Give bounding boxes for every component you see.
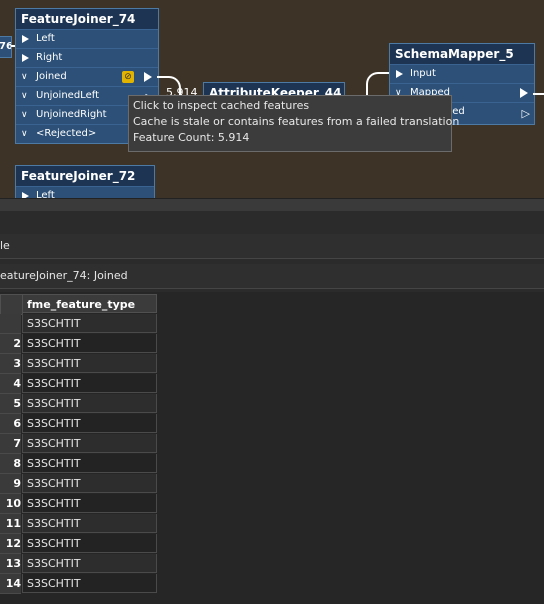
node-title: FeatureJoiner_72 <box>16 166 154 186</box>
table-cell[interactable]: S3SCHTIT <box>22 474 157 493</box>
table-label: le <box>0 239 10 252</box>
node-title: FeatureJoiner_74 <box>16 9 158 29</box>
connection-line[interactable] <box>533 93 544 95</box>
table-cell[interactable]: S3SCHTIT <box>22 434 157 453</box>
table-selector[interactable]: le <box>0 234 544 259</box>
row-number: 11 <box>0 514 21 534</box>
tooltip-line: Feature Count: 5.914 <box>133 131 250 144</box>
row-number: 10 <box>0 494 21 514</box>
output-port-arrow-icon <box>144 72 152 82</box>
feature-cache-tooltip: Click to inspect cached features Cache i… <box>128 95 460 152</box>
upstream-node-stub-label: 76 <box>0 37 11 57</box>
panel-splitter[interactable] <box>0 198 544 211</box>
table-cell[interactable]: S3SCHTIT <box>22 374 157 393</box>
table-cell[interactable]: S3SCHTIT <box>22 454 157 473</box>
row-number: 2 <box>0 334 21 354</box>
row-number <box>0 314 21 334</box>
table-cell[interactable]: S3SCHTIT <box>22 514 157 533</box>
row-number: 5 <box>0 394 21 414</box>
table-cell[interactable]: S3SCHTIT <box>22 414 157 433</box>
table-cell[interactable]: S3SCHTIT <box>22 314 157 333</box>
row-number-header[interactable] <box>0 294 23 315</box>
port-label: Joined <box>36 71 67 82</box>
port-label: Right <box>36 52 63 63</box>
output-port-joined[interactable]: ∨ Joined ⊘ <box>16 67 158 87</box>
chevron-down-icon: ∨ <box>21 72 28 82</box>
row-number: 9 <box>0 474 21 494</box>
feature-source-bar[interactable]: eatureJoiner_74: Joined <box>0 264 544 289</box>
input-port-arrow-icon <box>22 54 29 62</box>
input-port-arrow-icon <box>22 35 29 43</box>
table-cell[interactable]: S3SCHTIT <box>22 354 157 373</box>
row-number: 13 <box>0 554 21 574</box>
input-port-input[interactable]: Input <box>390 64 534 84</box>
feature-source-label: eatureJoiner_74: Joined <box>0 269 128 282</box>
port-label: UnjoinedRight <box>36 109 107 120</box>
row-number: 12 <box>0 534 21 554</box>
port-label: UnjoinedLeft <box>36 90 99 101</box>
upstream-node-stub[interactable]: 76 <box>0 36 12 58</box>
table-cell[interactable]: S3SCHTIT <box>22 334 157 353</box>
tooltip-line: Cache is stale or contains features from… <box>133 115 460 128</box>
port-label: Input <box>410 68 436 79</box>
row-number: 3 <box>0 354 21 374</box>
tooltip-line: Click to inspect cached features <box>133 99 310 112</box>
row-number: 7 <box>0 434 21 454</box>
table-cell[interactable]: S3SCHTIT <box>22 554 157 573</box>
output-port-arrow-icon <box>520 88 528 98</box>
inspector-toolbar <box>0 211 544 235</box>
row-number: 4 <box>0 374 21 394</box>
table-cell[interactable]: S3SCHTIT <box>22 394 157 413</box>
input-port-arrow-icon <box>396 70 403 78</box>
chevron-down-icon: ∨ <box>21 91 28 101</box>
chevron-down-icon: ∨ <box>21 110 28 120</box>
row-number: 14 <box>0 574 21 594</box>
feature-cache-icon[interactable]: ⊘ <box>122 71 134 83</box>
input-port-left[interactable]: Left <box>16 186 154 198</box>
input-port-left[interactable]: Left <box>16 29 158 49</box>
feature-joiner-72-node[interactable]: FeatureJoiner_72 Left <box>15 165 155 198</box>
table-cell[interactable]: S3SCHTIT <box>22 494 157 513</box>
column-header-fme-feature-type[interactable]: fme_feature_type <box>22 294 157 313</box>
input-port-right[interactable]: Right <box>16 48 158 68</box>
output-port-arrow-icon: ▷ <box>521 107 530 120</box>
workspace-canvas[interactable]: 76 FeatureJoiner_74 Left Right ∨ Joined … <box>0 0 544 198</box>
row-number: 8 <box>0 454 21 474</box>
port-label: <Rejected> <box>36 128 97 139</box>
node-title: SchemaMapper_5 <box>390 44 534 64</box>
table-cell[interactable]: S3SCHTIT <box>22 534 157 553</box>
port-label: Left <box>36 190 55 198</box>
port-label: Left <box>36 33 55 44</box>
table-cell[interactable]: S3SCHTIT <box>22 574 157 593</box>
row-number: 6 <box>0 414 21 434</box>
chevron-down-icon: ∨ <box>21 129 28 139</box>
